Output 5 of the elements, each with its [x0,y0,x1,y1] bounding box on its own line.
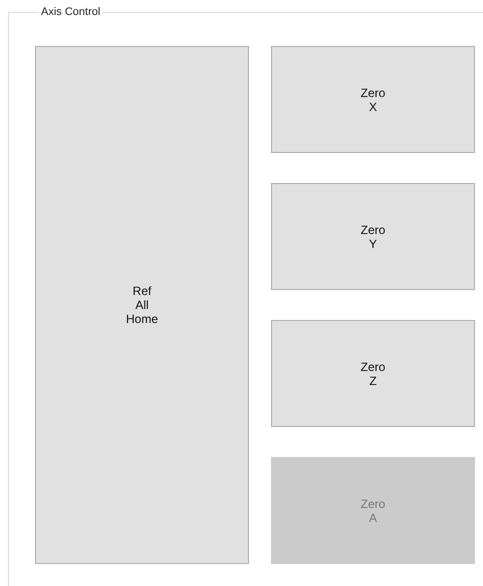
group-title: Axis Control [40,6,102,18]
ref-all-home-button[interactable]: Ref All Home [35,46,249,564]
zero-axis-button[interactable]: Zero Y [271,183,475,290]
zero-axis-button[interactable]: Zero Z [271,320,475,427]
zero-axis-button[interactable]: Zero X [271,46,475,153]
